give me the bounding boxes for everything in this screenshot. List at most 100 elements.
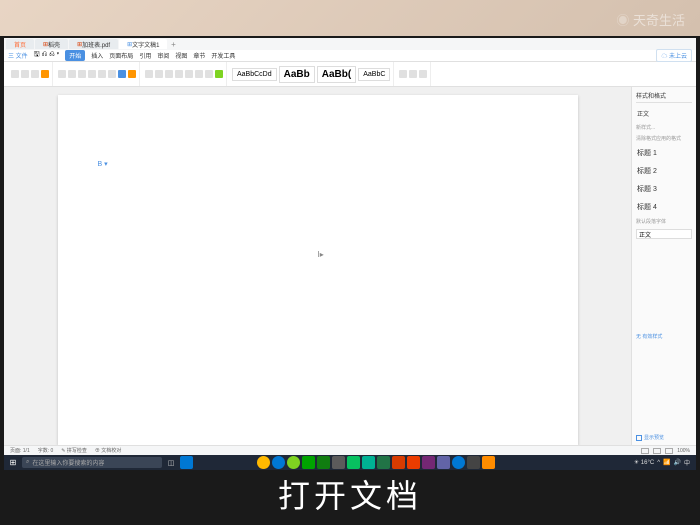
weather-widget[interactable]: ☀ 16°C xyxy=(634,459,654,466)
align-right-icon[interactable] xyxy=(165,70,173,78)
line-spacing-icon[interactable] xyxy=(215,70,223,78)
menu-layout[interactable]: 页面布局 xyxy=(109,51,133,60)
menu-bar: 三 文件 🖫 ⎌ ⎌ ▾ 开始 插入 页面布局 引用 审阅 视图 章节 开发工具… xyxy=(4,50,696,62)
tab-doc3-active[interactable]: ⊞ 文字文稿1 xyxy=(119,39,167,49)
qat-save-icon[interactable]: 🖫 ⎌ ⎌ ▾ xyxy=(34,50,60,61)
app-icon-5[interactable] xyxy=(317,456,330,469)
wechat-icon[interactable] xyxy=(347,456,360,469)
copy-icon[interactable] xyxy=(31,70,39,78)
font-color-icon[interactable] xyxy=(118,70,126,78)
new-style-link[interactable]: 新样式... xyxy=(636,124,655,131)
ppt-icon[interactable] xyxy=(392,456,405,469)
text-cursor: I▸ xyxy=(318,250,324,259)
edge-icon[interactable] xyxy=(180,456,193,469)
superscript-icon[interactable] xyxy=(98,70,106,78)
menu-file[interactable]: 三 文件 xyxy=(8,51,28,60)
style-filter-input[interactable] xyxy=(636,229,692,239)
menu-view[interactable]: 视图 xyxy=(175,51,187,60)
bold-icon[interactable] xyxy=(58,70,66,78)
style-heading4[interactable]: 标题 4 xyxy=(636,200,692,214)
app-icon-4[interactable] xyxy=(302,456,315,469)
menu-chapter[interactable]: 章节 xyxy=(193,51,205,60)
select-icon[interactable] xyxy=(419,70,427,78)
ribbon-editing xyxy=(396,62,431,86)
format-painter-icon[interactable] xyxy=(41,70,49,78)
volume-icon[interactable]: 🔊 xyxy=(674,459,681,466)
app-icon-6[interactable] xyxy=(332,456,345,469)
watermark-logo: 天奇生活 xyxy=(616,10,685,29)
show-preview-toggle[interactable]: 显示预览 xyxy=(636,434,692,441)
panel-footer: 无 有效样式 xyxy=(636,333,692,340)
style-heading2[interactable]: 标题 2 xyxy=(636,164,692,178)
page-marker[interactable]: B ▾ xyxy=(98,160,108,168)
paste-icon[interactable] xyxy=(11,70,19,78)
view-print-icon[interactable] xyxy=(641,448,649,454)
cloud-sync-button[interactable]: ☁ 未上云 xyxy=(656,49,692,62)
style-h1[interactable]: AaBb xyxy=(279,66,315,83)
app-icon-14[interactable] xyxy=(452,456,465,469)
menu-start[interactable]: 开始 xyxy=(65,50,85,61)
app-icon-8[interactable] xyxy=(362,456,375,469)
app-icon-15[interactable] xyxy=(467,456,480,469)
excel-icon[interactable] xyxy=(377,456,390,469)
menu-review[interactable]: 审阅 xyxy=(157,51,169,60)
status-proofing[interactable]: ⊕ 文档校对 xyxy=(95,447,121,454)
tab-add-button[interactable]: + xyxy=(168,39,178,49)
italic-icon[interactable] xyxy=(68,70,76,78)
status-page[interactable]: 页面: 1/1 xyxy=(10,447,30,454)
app-icon-16[interactable] xyxy=(482,456,495,469)
app-icon-12[interactable] xyxy=(422,456,435,469)
indent-icon[interactable] xyxy=(205,70,213,78)
font-label: 默认段落字体 xyxy=(636,218,692,225)
app-icon-2[interactable] xyxy=(272,456,285,469)
bullets-icon[interactable] xyxy=(185,70,193,78)
view-outline-icon[interactable] xyxy=(665,448,673,454)
replace-icon[interactable] xyxy=(409,70,417,78)
ribbon-font xyxy=(55,62,140,86)
app-icon-3[interactable] xyxy=(287,456,300,469)
taskbar-search[interactable]: ⌕ 在这里输入你要搜索的内容 xyxy=(22,457,162,468)
tab-doc2[interactable]: ⊞ 加班表.pdf xyxy=(69,39,118,49)
zoom-level[interactable]: 100% xyxy=(677,448,690,454)
menu-ref[interactable]: 引用 xyxy=(139,51,151,60)
tab-home[interactable]: 首页 xyxy=(6,39,34,49)
align-center-icon[interactable] xyxy=(155,70,163,78)
start-button[interactable]: ⊞ xyxy=(6,456,20,470)
styles-panel: 样式和格式 正文 新样式... 清除格式应用的格式 标题 1 标题 2 标题 3… xyxy=(631,87,696,445)
justify-icon[interactable] xyxy=(175,70,183,78)
status-spellcheck[interactable]: ✎ 拼写检查 xyxy=(61,447,87,454)
menu-dev[interactable]: 开发工具 xyxy=(211,51,235,60)
style-h2[interactable]: AaBb( xyxy=(317,66,356,83)
document-page[interactable]: B ▾ I▸ xyxy=(58,95,578,445)
numbering-icon[interactable] xyxy=(195,70,203,78)
app-icon-1[interactable] xyxy=(257,456,270,469)
wps-icon[interactable] xyxy=(407,456,420,469)
task-view-icon[interactable]: ◫ xyxy=(164,456,178,470)
strike-icon[interactable] xyxy=(88,70,96,78)
style-normal[interactable]: AaBbCcDd xyxy=(232,68,277,81)
network-icon[interactable]: 📶 xyxy=(663,459,670,466)
document-area[interactable]: B ▾ I▸ xyxy=(4,87,631,445)
panel-title: 样式和格式 xyxy=(636,91,692,103)
tray-chevron-icon[interactable]: ^ xyxy=(657,460,660,466)
style-h3[interactable]: AaBbC xyxy=(358,68,390,81)
align-left-icon[interactable] xyxy=(145,70,153,78)
style-heading3[interactable]: 标题 3 xyxy=(636,182,692,196)
style-heading1[interactable]: 标题 1 xyxy=(636,146,692,160)
wps-window: 首页 ⊞ 稻壳 ⊞ 加班表.pdf ⊞ 文字文稿1 + 三 文件 🖫 ⎌ ⎌ ▾… xyxy=(4,38,696,455)
cut-icon[interactable] xyxy=(21,70,29,78)
find-icon[interactable] xyxy=(399,70,407,78)
ime-indicator[interactable]: 中 xyxy=(684,458,690,467)
search-icon: ⌕ xyxy=(26,459,29,466)
status-words[interactable]: 字数: 0 xyxy=(38,447,54,454)
menu-insert[interactable]: 插入 xyxy=(91,51,103,60)
tab-doc1[interactable]: ⊞ 稻壳 xyxy=(35,39,68,49)
view-web-icon[interactable] xyxy=(653,448,661,454)
highlight-icon[interactable] xyxy=(128,70,136,78)
panel-hint: 清除格式应用的格式 xyxy=(636,135,692,142)
system-tray[interactable]: ☀ 16°C ^ 📶 🔊 中 xyxy=(634,458,694,467)
video-subtitle: 打开文档 xyxy=(0,471,700,517)
app-icon-13[interactable] xyxy=(437,456,450,469)
underline-icon[interactable] xyxy=(78,70,86,78)
subscript-icon[interactable] xyxy=(108,70,116,78)
